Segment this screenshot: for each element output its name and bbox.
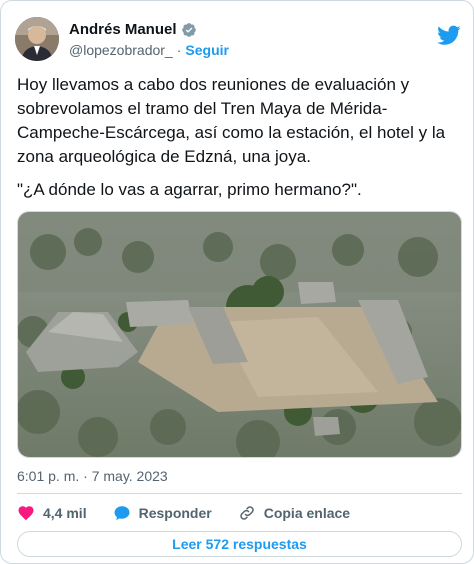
reply-label: Responder — [138, 505, 212, 521]
tweet-timestamp[interactable]: 6:01 p. m. · 7 may. 2023 — [17, 468, 168, 484]
tweet-header: Andrés Manuel @lopezobrador_ · Seguir — [15, 17, 463, 67]
tweet-media-image[interactable] — [17, 211, 462, 458]
avatar[interactable] — [15, 17, 59, 61]
verified-badge-icon — [181, 22, 196, 37]
like-button[interactable]: 4,4 mil — [17, 504, 87, 522]
author-name[interactable]: Andrés Manuel — [69, 21, 177, 38]
tweet-text: Hoy llevamos a cabo dos reuniones de eva… — [17, 75, 450, 166]
link-icon — [239, 506, 254, 520]
twitter-bird-icon[interactable] — [437, 23, 461, 47]
reply-button[interactable]: Responder — [113, 504, 212, 522]
read-replies-button[interactable]: Leer 572 respuestas — [17, 531, 462, 557]
copy-link-button[interactable]: Copia enlace — [238, 504, 350, 522]
tweet-card: Andrés Manuel @lopezobrador_ · Seguir Ho… — [0, 0, 474, 564]
like-count: 4,4 mil — [43, 505, 87, 521]
follow-button[interactable]: Seguir — [185, 42, 229, 58]
divider — [17, 493, 462, 494]
tweet-actions: 4,4 mil Responder Copia enlace — [17, 501, 462, 525]
author-handle-row: @lopezobrador_ · Seguir — [69, 42, 229, 58]
handle-separator: · — [176, 42, 182, 58]
copy-link-label: Copia enlace — [263, 505, 351, 521]
tweet-quote: "¿A dónde lo vas a agarrar, primo herman… — [17, 180, 362, 199]
author-name-row: Andrés Manuel — [69, 21, 197, 38]
author-handle[interactable]: @lopezobrador_ — [69, 42, 173, 58]
heart-icon — [18, 506, 34, 521]
reply-bubble-icon — [114, 506, 130, 521]
